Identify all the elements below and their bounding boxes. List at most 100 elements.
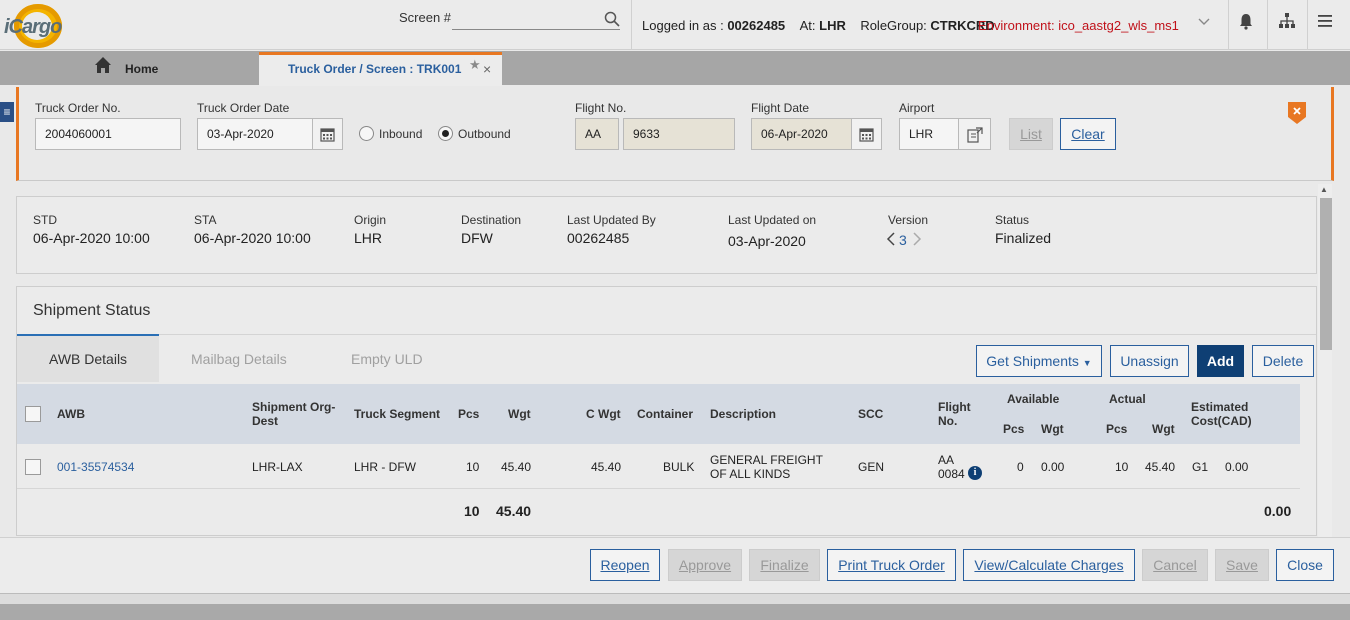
awb-link[interactable]: 001-35574534 — [57, 460, 134, 474]
origin-value: LHR — [354, 230, 383, 246]
col-flight-no: Flight — [938, 400, 971, 414]
approve-button[interactable]: Approve — [668, 549, 742, 581]
home-icon[interactable] — [94, 56, 112, 74]
calendar-button[interactable] — [852, 118, 882, 150]
inbound-radio[interactable] — [359, 126, 374, 141]
calendar-icon — [320, 128, 335, 142]
col-flight-no-2: No. — [938, 414, 958, 428]
tab-bar — [0, 51, 1350, 85]
description-cell: GENERAL FREIGHT — [710, 453, 823, 467]
col-org-dest: Shipment Org- — [252, 400, 336, 414]
outbound-radio[interactable] — [438, 126, 453, 141]
screen-search-input[interactable] — [452, 12, 620, 30]
destination-value: DFW — [461, 230, 493, 246]
flight-carrier-input[interactable]: AA — [575, 118, 619, 150]
unassign-button[interactable]: Unassign — [1110, 345, 1189, 377]
tab-home[interactable]: Home — [125, 62, 158, 76]
truck-order-date-label: Truck Order Date — [197, 101, 290, 115]
origin-label: Origin — [354, 213, 387, 227]
last-updated-by-value: 00262485 — [567, 230, 630, 246]
save-button[interactable]: Save — [1215, 549, 1269, 581]
search-icon[interactable] — [604, 11, 620, 27]
col-actual-wgt: Wgt — [1152, 422, 1175, 436]
add-button[interactable]: Add — [1197, 345, 1244, 377]
status-value: Finalized — [995, 230, 1052, 246]
finalize-button[interactable]: Finalize — [749, 549, 820, 581]
shipment-status-title: Shipment Status — [33, 302, 151, 319]
chevron-left-icon[interactable] — [886, 232, 896, 246]
chevron-down-icon[interactable] — [1197, 14, 1211, 28]
menu-icon[interactable] — [1316, 12, 1334, 30]
get-shipments-button[interactable]: Get Shipments ▼ — [976, 345, 1102, 377]
flight-date-input[interactable]: 06-Apr-2020 — [751, 118, 852, 150]
select-all-checkbox[interactable] — [25, 406, 41, 422]
view-calculate-charges-button[interactable]: View/Calculate Charges — [963, 549, 1135, 581]
col-available: Available — [1007, 392, 1060, 406]
available-pcs-cell: 0 — [1017, 460, 1024, 474]
calendar-button[interactable] — [313, 118, 343, 150]
container-cell: BULK — [663, 460, 695, 474]
col-actual-pcs: Pcs — [1106, 422, 1128, 436]
std-value: 06-Apr-2020 10:00 — [33, 230, 150, 246]
truck-order-no-input[interactable]: 2004060001 — [35, 118, 181, 150]
total-estimated-cost: 0.00 — [1264, 503, 1292, 519]
status-bar-bottom — [0, 604, 1350, 620]
reopen-button[interactable]: Reopen — [590, 549, 660, 581]
pcs-cell: 10 — [466, 460, 480, 474]
caret-down-icon: ▼ — [1082, 358, 1092, 368]
print-truck-order-button[interactable]: Print Truck Order — [827, 549, 956, 581]
tab-empty-uld[interactable]: Empty ULD — [351, 351, 423, 367]
airport-input[interactable]: LHR — [899, 118, 959, 150]
last-updated-on-label: Last Updated on — [728, 213, 817, 227]
screen-label: Screen # — [399, 10, 452, 25]
outbound-label: Outbound — [458, 127, 511, 141]
side-menu-handle[interactable]: ≡ — [0, 102, 14, 122]
clear-button[interactable]: Clear — [1060, 118, 1116, 150]
sitemap-icon[interactable] — [1278, 12, 1296, 30]
total-wgt: 45.40 — [496, 503, 532, 519]
chevron-right-icon[interactable] — [912, 232, 922, 246]
scc-cell: GEN — [858, 460, 885, 474]
truck-order-date-input[interactable]: 03-Apr-2020 — [197, 118, 313, 150]
col-wgt: Wgt — [508, 407, 531, 421]
flight-number-input[interactable]: 9633 — [623, 118, 735, 150]
close-icon[interactable]: × — [483, 61, 491, 77]
col-truck-segment: Truck Segment — [354, 407, 441, 421]
row-checkbox[interactable] — [25, 459, 41, 475]
cancel-button[interactable]: Cancel — [1142, 549, 1208, 581]
flight-no-label: Flight No. — [575, 101, 627, 115]
airport-lookup-button[interactable] — [959, 118, 991, 150]
table-row[interactable] — [17, 445, 1300, 489]
actual-wgt-cell: 45.40 — [1145, 460, 1176, 474]
user-id: 00262485 — [727, 18, 786, 33]
divider — [631, 0, 632, 50]
star-icon[interactable]: ★ — [469, 57, 481, 73]
last-updated-by-label: Last Updated By — [567, 213, 656, 227]
description-cell-2: OF ALL KINDS — [710, 467, 791, 481]
scrollbar-thumb[interactable] — [1320, 198, 1332, 350]
available-wgt-cell: 0.00 — [1041, 460, 1065, 474]
version-label: Version — [888, 213, 929, 227]
col-available-wgt: Wgt — [1041, 422, 1064, 436]
std-label: STD — [33, 213, 57, 227]
list-button[interactable]: List — [1009, 118, 1053, 150]
col-pcs: Pcs — [458, 407, 480, 421]
info-icon[interactable]: i — [968, 466, 982, 480]
tab-mailbag-details[interactable]: Mailbag Details — [191, 351, 287, 367]
close-panel-icon[interactable] — [1288, 102, 1306, 124]
last-updated-on-value: 03-Apr-2020 — [728, 233, 806, 249]
lookup-icon — [967, 127, 983, 143]
col-actual: Actual — [1109, 392, 1146, 406]
c-wgt-cell: 45.40 — [591, 460, 622, 474]
col-description: Description — [710, 407, 777, 421]
scroll-up-icon[interactable]: ▲ — [1320, 185, 1328, 194]
divider — [17, 334, 1316, 335]
airport-label: Airport — [899, 101, 935, 115]
close-button[interactable]: Close — [1276, 549, 1334, 581]
truck-order-no-label: Truck Order No. — [35, 101, 121, 115]
tab-truck-order-label: Truck Order / Screen : TRK001 — [288, 62, 462, 76]
bell-icon[interactable] — [1237, 12, 1255, 30]
delete-button[interactable]: Delete — [1252, 345, 1314, 377]
truck-segment-cell: LHR - DFW — [354, 460, 416, 474]
icargo-logo[interactable]: iCargo — [4, 4, 64, 48]
